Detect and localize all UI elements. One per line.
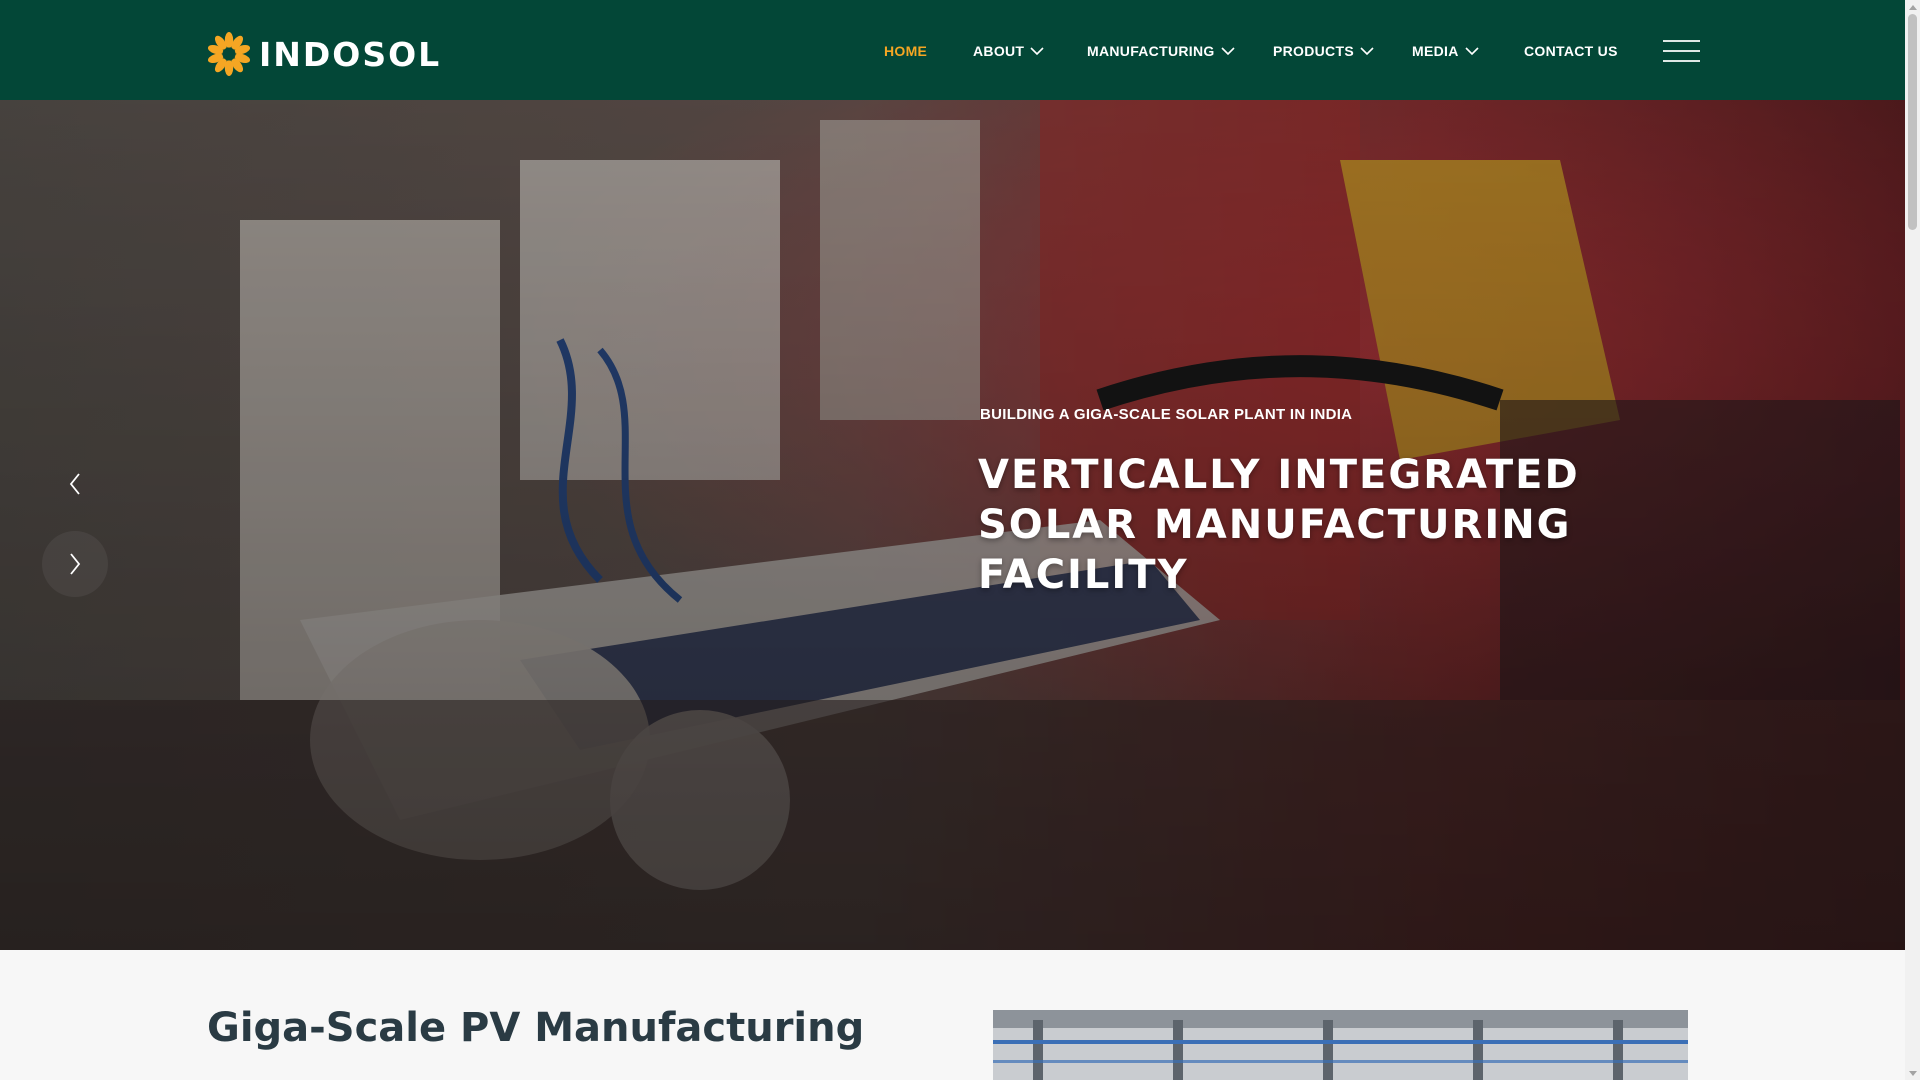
intro-section: Giga-Scale PV Manufacturing <box>0 950 1905 1080</box>
section-title: Giga-Scale PV Manufacturing <box>207 1005 865 1051</box>
hero-slider: BUILDING A GIGA-SCALE SOLAR PLANT IN IND… <box>0 100 1905 950</box>
chevron-left-icon <box>69 473 80 495</box>
chevron-down-icon <box>1360 46 1374 55</box>
nav-media-label: MEDIA <box>1412 43 1459 59</box>
slider-prev-button[interactable] <box>42 451 108 517</box>
nav-home[interactable]: HOME <box>884 41 927 61</box>
site-header: INDOSOL HOME ABOUT MANUFACTURING PRODUCT… <box>0 0 1905 100</box>
hero-background-image <box>0 100 1905 950</box>
scroll-down-arrow-icon[interactable] <box>1905 1066 1920 1080</box>
chevron-right-icon <box>70 553 81 575</box>
nav-contact-us-label: CONTACT US <box>1524 43 1618 59</box>
nav-products[interactable]: PRODUCTS <box>1273 41 1374 61</box>
slider-next-button[interactable] <box>42 531 108 597</box>
scroll-up-arrow-icon[interactable] <box>1905 0 1920 14</box>
main-nav: HOME ABOUT MANUFACTURING PRODUCTS MEDIA … <box>0 0 1905 100</box>
nav-manufacturing-label: MANUFACTURING <box>1087 43 1215 59</box>
nav-contact-us[interactable]: CONTACT US <box>1524 41 1618 61</box>
page-scrollbar[interactable] <box>1905 0 1920 1080</box>
chevron-down-icon <box>1220 46 1235 55</box>
chevron-down-icon <box>1030 46 1044 55</box>
nav-media[interactable]: MEDIA <box>1412 41 1479 61</box>
nav-about-label: ABOUT <box>973 43 1025 59</box>
nav-manufacturing[interactable]: MANUFACTURING <box>1087 41 1235 61</box>
nav-products-label: PRODUCTS <box>1273 43 1354 59</box>
nav-home-label: HOME <box>884 43 928 59</box>
factory-photo <box>993 1010 1688 1080</box>
hero-subtitle: BUILDING A GIGA-SCALE SOLAR PLANT IN IND… <box>980 406 1353 423</box>
hamburger-menu-icon[interactable] <box>1663 40 1700 62</box>
chevron-down-icon <box>1465 46 1479 55</box>
nav-about[interactable]: ABOUT <box>973 41 1044 61</box>
hero-title: VERTICALLY INTEGRATED SOLAR MANUFACTURIN… <box>978 452 1580 598</box>
scrollbar-thumb[interactable] <box>1908 14 1917 230</box>
